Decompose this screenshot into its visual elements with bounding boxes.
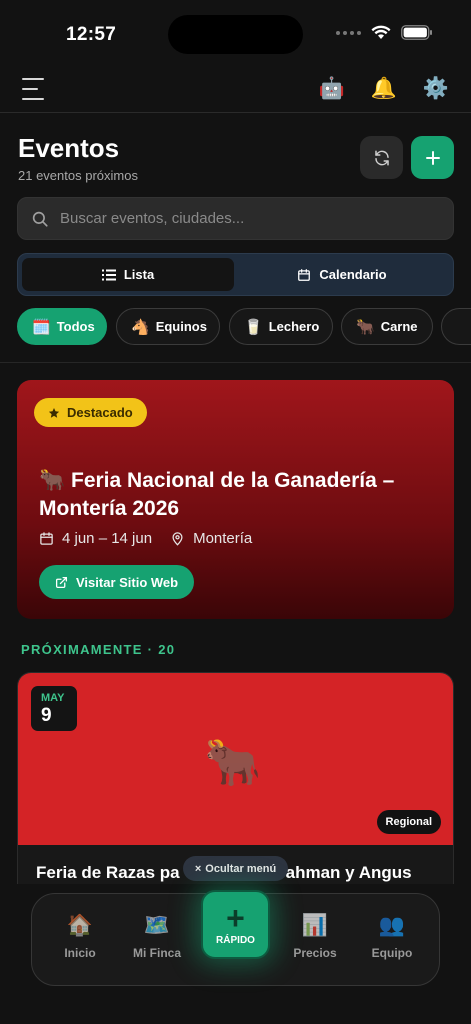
- gear-icon[interactable]: ⚙️: [423, 76, 449, 102]
- hide-menu-button[interactable]: × Ocultar menú: [183, 856, 288, 881]
- ox-icon: 🐂: [39, 469, 66, 492]
- events-count: 21 eventos próximos: [18, 168, 138, 183]
- date-badge: MAY 9: [31, 686, 77, 731]
- menu-icon[interactable]: [22, 78, 46, 100]
- chip-todos[interactable]: 🗓️ Todos: [17, 308, 107, 345]
- chip-label: Equinos: [155, 319, 207, 334]
- external-link-icon: [55, 576, 68, 588]
- visit-website-button[interactable]: Visitar Sitio Web: [39, 565, 195, 599]
- nav-inicio[interactable]: 🏠 Inicio: [45, 914, 115, 960]
- tab-calendario[interactable]: Calendario: [236, 258, 448, 291]
- chip-equinos[interactable]: 🐴 Equinos: [116, 308, 220, 345]
- featured-meta: 4 jun – 14 jun Montería: [39, 530, 252, 547]
- event-image: MAY 9 🐂 Regional: [18, 673, 453, 845]
- refresh-button[interactable]: [360, 136, 403, 179]
- nav-label: Mi Finca: [132, 946, 181, 960]
- calendar-icon: [40, 532, 53, 545]
- featured-location: Montería: [193, 530, 253, 547]
- quick-action-label: RÁPIDO: [216, 935, 255, 946]
- featured-badge: Destacado: [34, 398, 147, 427]
- chip-label: Lechero: [268, 319, 320, 334]
- search-input[interactable]: [60, 198, 440, 239]
- hide-menu-label: Ocultar menú: [205, 862, 277, 875]
- home-icon: 🏠: [66, 914, 94, 937]
- team-icon: 👥: [378, 914, 406, 937]
- dynamic-island: [168, 15, 303, 54]
- view-toggle: Lista Calendario: [17, 253, 454, 296]
- category-filter: 🗓️ Todos 🐴 Equinos 🥛 Lechero 🐂 Carne: [17, 308, 471, 346]
- nav-label: Equipo: [371, 946, 413, 960]
- refresh-icon: [374, 150, 389, 165]
- tab-lista-label: Lista: [123, 267, 155, 282]
- date-month: MAY: [41, 692, 65, 704]
- nav-precios[interactable]: 📊 Precios: [280, 914, 350, 960]
- search-icon: [32, 211, 48, 227]
- nav-label: Inicio: [64, 946, 96, 960]
- calendar-icon: [298, 268, 311, 281]
- event-title-end: ahman y Angus: [285, 863, 412, 882]
- date-day: 9: [41, 705, 52, 726]
- ox-icon: 🐂: [356, 318, 375, 336]
- robot-icon[interactable]: 🤖: [319, 76, 345, 102]
- featured-title-text: Feria Nacional de la Ganadería – Monterí…: [39, 469, 395, 520]
- add-event-button[interactable]: [411, 136, 454, 179]
- tab-lista[interactable]: Lista: [22, 258, 234, 291]
- chip-label: Carne: [380, 319, 418, 334]
- wifi-icon: [371, 25, 391, 39]
- top-app-bar: 🤖 🔔 ⚙️: [0, 68, 471, 113]
- plus-icon: +: [226, 900, 245, 936]
- search-bar: [17, 197, 454, 240]
- list-icon: [101, 269, 116, 280]
- ox-icon: 🐂: [204, 736, 262, 788]
- chip-more[interactable]: [441, 308, 471, 345]
- bell-icon[interactable]: 🔔: [371, 76, 397, 102]
- quick-action-button[interactable]: + RÁPIDO: [201, 890, 270, 959]
- nav-label: Precios: [293, 946, 337, 960]
- chart-icon: 📊: [301, 914, 329, 937]
- nav-equipo[interactable]: 👥 Equipo: [357, 914, 427, 960]
- battery-icon: [401, 25, 432, 40]
- event-title-start: Feria de Razas pa: [36, 863, 180, 882]
- status-time: 12:57: [66, 24, 117, 45]
- signal-icon: [336, 30, 361, 35]
- star-icon: [48, 407, 60, 418]
- chip-carne[interactable]: 🐂 Carne: [341, 308, 433, 345]
- featured-event-card[interactable]: Destacado 🐂 Feria Nacional de la Ganader…: [17, 380, 454, 619]
- map-icon: 🗺️: [143, 914, 171, 937]
- calendar-emoji-icon: 🗓️: [32, 318, 51, 336]
- nav-mi-finca[interactable]: 🗺️ Mi Finca: [122, 914, 192, 960]
- featured-badge-label: Destacado: [67, 405, 133, 420]
- chip-label: Todos: [56, 319, 95, 334]
- plus-icon: [425, 150, 440, 165]
- featured-dates: 4 jun – 14 jun: [62, 530, 153, 547]
- status-indicators: [336, 25, 433, 40]
- divider: [0, 362, 471, 363]
- category-badge: Regional: [376, 810, 441, 834]
- chip-lechero[interactable]: 🥛 Lechero: [229, 308, 333, 345]
- milk-icon: 🥛: [244, 318, 263, 336]
- page-title: Eventos: [18, 133, 120, 163]
- visit-website-label: Visitar Sitio Web: [76, 574, 179, 590]
- featured-title: 🐂 Feria Nacional de la Ganadería – Monte…: [39, 467, 439, 523]
- section-upcoming: PRÓXIMAMENTE · 20: [21, 642, 176, 657]
- status-bar: 12:57: [0, 0, 471, 68]
- close-icon: ×: [194, 862, 202, 875]
- location-pin-icon: [172, 532, 183, 546]
- tab-calendario-label: Calendario: [319, 267, 387, 282]
- horse-icon: 🐴: [131, 318, 150, 336]
